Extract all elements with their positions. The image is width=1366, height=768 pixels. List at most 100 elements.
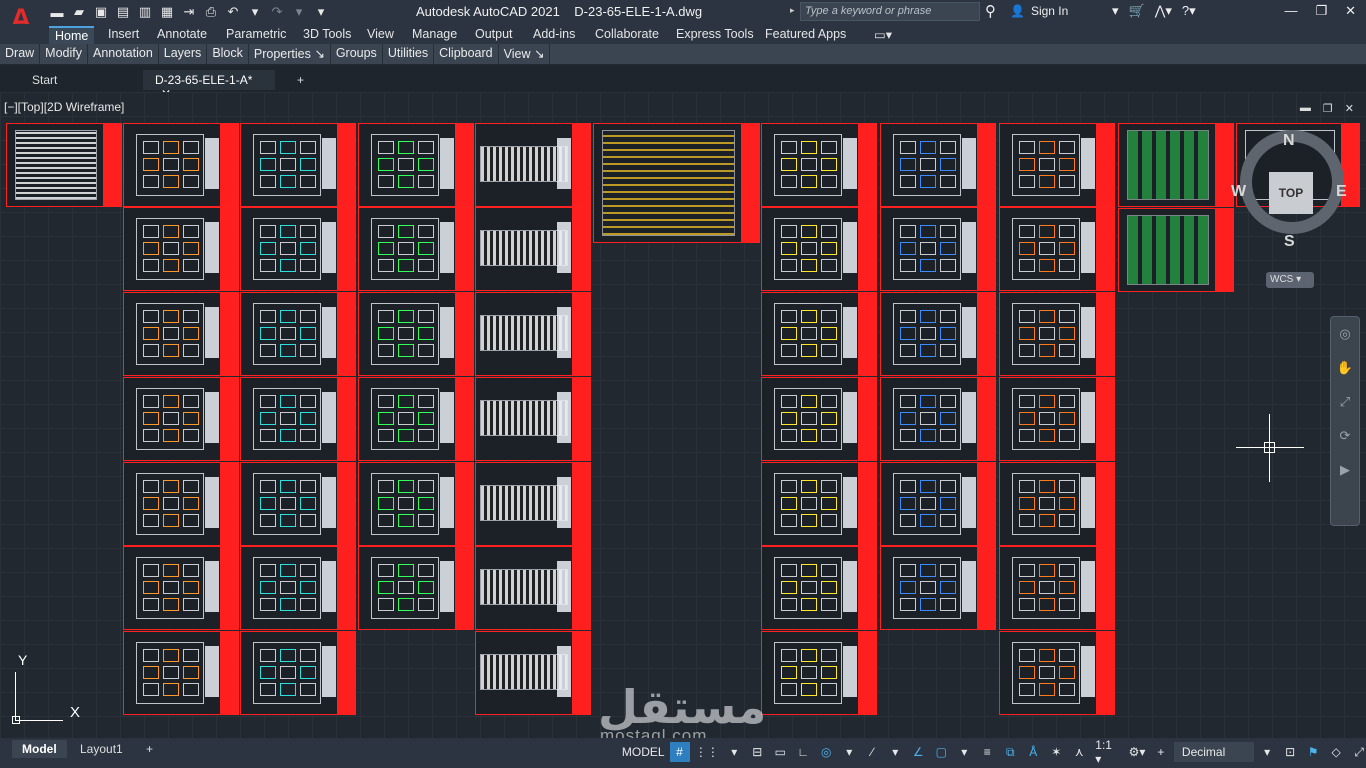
plot-icon[interactable]: ⎙ <box>202 3 220 21</box>
drawing-sheet[interactable] <box>123 292 239 376</box>
restore-icon[interactable]: ❐ <box>1315 3 1327 19</box>
drawing-sheet[interactable] <box>593 123 760 243</box>
drawing-sheet[interactable] <box>240 207 356 291</box>
drawing-sheet[interactable] <box>240 631 356 715</box>
drawing-sheet[interactable] <box>358 207 474 291</box>
drawing-sheet[interactable] <box>240 123 356 207</box>
tab-add-ins[interactable]: Add-ins <box>527 26 581 44</box>
drawing-sheet[interactable] <box>1118 123 1234 207</box>
annotation-visibility-icon[interactable]: Å <box>1023 742 1043 762</box>
viewport-label[interactable]: [−][Top][2D Wireframe] <box>4 100 124 114</box>
drawing-sheet[interactable] <box>123 462 239 546</box>
search-expand-icon[interactable]: ▸ <box>790 5 795 16</box>
search-icon[interactable]: ⚲ <box>985 2 996 20</box>
isodraft-dropdown-icon[interactable]: ▾ <box>885 742 905 762</box>
tab-featured-apps[interactable]: Featured Apps <box>759 26 852 44</box>
drawing-sheet[interactable] <box>475 462 591 546</box>
drawing-sheet[interactable] <box>358 546 474 630</box>
compass-east[interactable]: E <box>1336 183 1347 201</box>
drawing-sheet[interactable] <box>475 207 591 291</box>
object-snap-dropdown-icon[interactable]: ▾ <box>954 742 974 762</box>
units-dropdown-icon[interactable]: ▾ <box>1257 742 1277 762</box>
annotation-scale-value[interactable]: 1:1 ▾ <box>1092 738 1123 766</box>
doc-tab-start[interactable]: Start <box>20 70 69 90</box>
drawing-sheet[interactable] <box>761 207 877 291</box>
lineweight-icon[interactable]: ≡ <box>977 742 997 762</box>
drawing-sheet[interactable] <box>999 462 1115 546</box>
tab-collaborate[interactable]: Collaborate <box>589 26 665 44</box>
drawing-sheet[interactable] <box>761 123 877 207</box>
viewcube-top-face[interactable]: TOP <box>1269 172 1313 214</box>
drawing-sheet[interactable] <box>475 546 591 630</box>
tab-view[interactable]: View <box>361 26 400 44</box>
viewport-minimize-icon[interactable]: ▬ <box>1300 102 1311 115</box>
drawing-sheet[interactable] <box>6 123 122 207</box>
drawing-sheet[interactable] <box>999 631 1115 715</box>
drawing-sheet[interactable] <box>761 546 877 630</box>
object-snap-tracking-icon[interactable]: ∠ <box>908 742 928 762</box>
drawing-sheet[interactable] <box>123 207 239 291</box>
drawing-sheet[interactable] <box>880 377 996 461</box>
panel-annotation[interactable]: Annotation <box>88 44 159 64</box>
share-icon[interactable]: ▦ <box>158 3 176 21</box>
save-as-icon[interactable]: ▤ <box>114 3 132 21</box>
drawing-sheet[interactable] <box>240 292 356 376</box>
undo-dropdown-icon[interactable]: ▾ <box>246 3 264 21</box>
redo-icon[interactable]: ↷ <box>268 3 286 21</box>
workspace-gear-icon[interactable]: ⚙▾ <box>1126 742 1148 762</box>
cart-icon[interactable]: 🛒 <box>1129 3 1145 19</box>
viewport-restore-icon[interactable]: ❐ <box>1323 102 1333 115</box>
pan-icon[interactable]: ✋ <box>1331 351 1359 385</box>
annotation-monitor-icon[interactable]: + <box>1151 742 1171 762</box>
drawing-sheet[interactable] <box>880 123 996 207</box>
panel-draw[interactable]: Draw <box>0 44 41 64</box>
annotation-scale-icon[interactable]: ⋏ <box>1069 742 1089 762</box>
minimize-icon[interactable]: — <box>1284 3 1297 19</box>
drawing-sheet[interactable] <box>880 207 996 291</box>
viewport-close-icon[interactable]: ✕ <box>1345 102 1354 115</box>
drawing-sheet[interactable] <box>761 631 877 715</box>
snap-dropdown-icon[interactable]: ▾ <box>724 742 744 762</box>
panel-properties[interactable]: Properties ↘ <box>249 44 331 64</box>
tab-output[interactable]: Output <box>469 26 519 44</box>
orbit-icon[interactable]: ⟳ <box>1331 419 1359 453</box>
compass-south[interactable]: S <box>1284 233 1295 251</box>
drawing-sheet[interactable] <box>358 292 474 376</box>
tab-insert[interactable]: Insert <box>102 26 145 44</box>
new-tab-button[interactable]: + <box>285 70 316 90</box>
panel-modify[interactable]: Modify <box>40 44 88 64</box>
clean-screen-icon[interactable]: ⤢ <box>1349 742 1366 762</box>
sign-in-button[interactable]: 👤 Sign In <box>1010 4 1068 18</box>
lock-ui-icon[interactable]: ⚑ <box>1303 742 1323 762</box>
steering-wheel-icon[interactable]: ◎ <box>1331 317 1359 351</box>
polar-dropdown-icon[interactable]: ▾ <box>839 742 859 762</box>
drawing-sheet[interactable] <box>999 377 1115 461</box>
drawing-sheet[interactable] <box>358 462 474 546</box>
compass-west[interactable]: W <box>1231 183 1246 201</box>
drawing-sheet[interactable] <box>240 462 356 546</box>
panel-block[interactable]: Block <box>207 44 249 64</box>
snap-icon[interactable]: ⋮⋮ <box>693 742 722 762</box>
showmotion-icon[interactable]: ▶ <box>1331 453 1359 487</box>
ortho-icon[interactable]: ∟ <box>793 742 813 762</box>
drawing-sheet[interactable] <box>999 546 1115 630</box>
tab-express-tools[interactable]: Express Tools <box>670 26 760 44</box>
open-folder-icon[interactable]: ▰ <box>70 3 88 21</box>
drawing-sheet[interactable] <box>999 123 1115 207</box>
drawing-sheet[interactable] <box>999 207 1115 291</box>
units-select[interactable]: Decimal <box>1173 742 1255 762</box>
help-icon[interactable]: ?▾ <box>1182 3 1196 19</box>
drawing-sheet[interactable] <box>240 377 356 461</box>
panel-groups[interactable]: Groups <box>331 44 383 64</box>
close-icon[interactable]: ✕ <box>1345 3 1356 19</box>
undo-icon[interactable]: ↶ <box>224 3 242 21</box>
drawing-sheet[interactable] <box>475 123 591 207</box>
isodraft-icon[interactable]: ∕ <box>862 742 882 762</box>
new-file-icon[interactable]: ▬ <box>48 3 66 21</box>
drawing-sheet[interactable] <box>358 377 474 461</box>
drawing-sheet[interactable] <box>123 631 239 715</box>
panel-clipboard[interactable]: Clipboard <box>434 44 499 64</box>
ribbon-minimize-icon[interactable]: ▭▾ <box>868 26 898 44</box>
auto-scale-icon[interactable]: ✶ <box>1046 742 1066 762</box>
drawing-sheet[interactable] <box>761 462 877 546</box>
